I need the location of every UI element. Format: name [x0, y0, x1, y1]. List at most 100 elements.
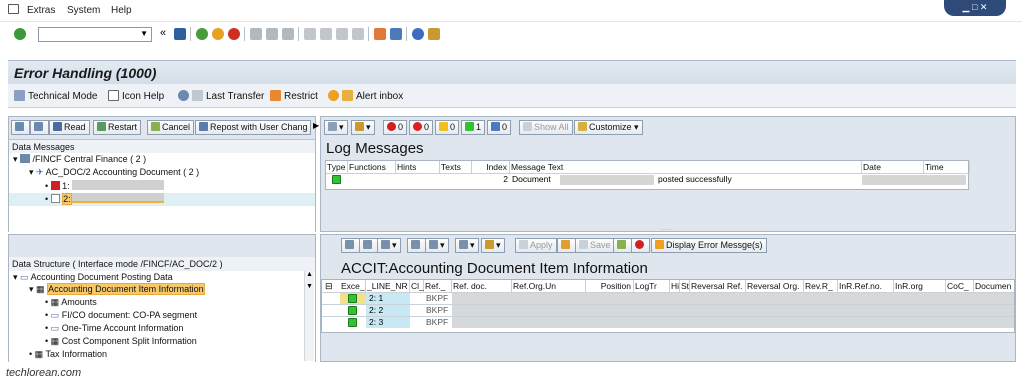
last-transfer-button[interactable]: Last Transfer: [178, 90, 264, 102]
col-index[interactable]: Index: [472, 161, 510, 173]
person-button[interactable]: [557, 238, 576, 253]
success-count-button[interactable]: 1: [461, 120, 486, 135]
help-icon[interactable]: [412, 28, 424, 40]
views-button[interactable]: ▾: [425, 238, 449, 253]
new-session-icon[interactable]: [374, 28, 386, 40]
cancel-button[interactable]: Cancel: [147, 120, 195, 135]
tree-node-item-information[interactable]: ▾ ▦ Accounting Document Item Information: [29, 283, 205, 295]
col-time[interactable]: Time: [924, 161, 970, 173]
col-type[interactable]: Type: [326, 161, 348, 173]
tree-node-tax-information[interactable]: • ▦ Tax Information: [29, 349, 107, 360]
find-button[interactable]: [341, 238, 360, 253]
find-next-icon[interactable]: [282, 28, 294, 40]
line-nr-cell[interactable]: 2: 3: [366, 317, 410, 328]
tree-node-central-finance[interactable]: ▾ /FINCF Central Finance ( 2 ): [13, 154, 146, 165]
table-row[interactable]: 2 Document posted successfully: [326, 173, 970, 185]
shortcut-icon[interactable]: [390, 28, 402, 40]
tree-scrollbar[interactable]: ▲ ▼: [304, 271, 314, 361]
table-row[interactable]: 2: 2 BKPF: [322, 304, 1014, 316]
exit-icon[interactable]: [212, 28, 224, 40]
window-controls[interactable]: ▁ □ ✕: [944, 0, 1006, 16]
col-message-text[interactable]: Message Text: [510, 161, 862, 173]
col-coc[interactable]: CoC_: [946, 280, 974, 292]
read-button[interactable]: Read: [49, 120, 90, 135]
first-page-icon[interactable]: [304, 28, 316, 40]
grid-options-button[interactable]: [613, 238, 632, 253]
repost-button[interactable]: Repost with User Chang: [195, 120, 311, 135]
find-next-button[interactable]: [359, 238, 378, 253]
tree-node-message-2[interactable]: • 2:: [45, 193, 164, 205]
menu-system[interactable]: System: [67, 5, 100, 16]
cancel-icon[interactable]: [228, 28, 240, 40]
save-button[interactable]: Save: [575, 238, 615, 253]
col-texts[interactable]: Texts: [440, 161, 472, 173]
tree-node-amounts[interactable]: • ▦ Amounts: [45, 297, 97, 308]
save-icon[interactable]: [174, 28, 186, 40]
warning-count-button[interactable]: 0: [435, 120, 460, 135]
splitter-handle[interactable]: ·····: [661, 227, 671, 233]
command-field[interactable]: ▼: [38, 27, 152, 42]
col-position[interactable]: Position: [586, 280, 634, 292]
icon-help-button[interactable]: Icon Help: [108, 90, 164, 102]
enter-icon[interactable]: [14, 28, 26, 40]
col-functions[interactable]: Functions: [348, 161, 396, 173]
alert-inbox-button[interactable]: Alert inbox: [328, 90, 403, 102]
expand-button[interactable]: [11, 120, 30, 135]
tree-node-posting-data[interactable]: ▾ ▭ Accounting Document Posting Data: [13, 272, 173, 283]
col-rev-r[interactable]: Rev.R_: [804, 280, 838, 292]
col-hi[interactable]: Hi: [670, 280, 680, 292]
find-icon[interactable]: [266, 28, 278, 40]
col-hints[interactable]: Hints: [396, 161, 440, 173]
tree-node-accounting-document[interactable]: ▾ ✈ AC_DOC/2 Accounting Document ( 2 ): [29, 167, 199, 178]
tree-node-message-1[interactable]: • 1:: [45, 180, 164, 191]
filter-button[interactable]: ▾: [377, 238, 401, 253]
error-count-button[interactable]: 0: [409, 120, 434, 135]
tree-node-copa-segment[interactable]: • ▭ FI/CO document: CO-PA segment: [45, 310, 197, 321]
restart-button[interactable]: Restart: [93, 120, 142, 135]
stop-button[interactable]: [631, 238, 650, 253]
table-row[interactable]: 2: 3 BKPF: [322, 316, 1014, 328]
col-st[interactable]: St: [680, 280, 690, 292]
col-ref[interactable]: Ref._: [424, 280, 452, 292]
customize-button[interactable]: Customize ▾: [574, 120, 643, 135]
collapse-button[interactable]: [30, 120, 49, 135]
print-icon[interactable]: [250, 28, 262, 40]
tree-node-cost-component[interactable]: • ▦ Cost Component Split Information: [45, 336, 197, 347]
layout-button[interactable]: ▾: [481, 238, 505, 253]
display-error-button[interactable]: Display Error Messge(s): [651, 238, 767, 253]
col-inr-ref-no[interactable]: InR.Ref.no.: [838, 280, 894, 292]
table-row[interactable]: 2: 1 BKPF: [322, 292, 1014, 304]
line-nr-cell[interactable]: 2: 1: [366, 293, 410, 304]
scroll-down-icon[interactable]: ▼: [306, 283, 313, 290]
last-page-icon[interactable]: [352, 28, 364, 40]
info-count-button[interactable]: 0: [487, 120, 512, 135]
app-menu-icon[interactable]: [8, 4, 19, 14]
apply-button[interactable]: Apply: [515, 238, 557, 253]
col-logtr[interactable]: LogTr: [634, 280, 670, 292]
back-icon[interactable]: [196, 28, 208, 40]
collapse-icon[interactable]: «: [160, 27, 166, 39]
col-ref-org-un[interactable]: Ref.Org.Un: [512, 280, 586, 292]
more-arrow-icon[interactable]: ▶: [313, 121, 319, 130]
col-reversal-org[interactable]: Reversal Org.: [746, 280, 804, 292]
col-reversal-ref[interactable]: Reversal Ref.: [690, 280, 746, 292]
stop-count-button[interactable]: 0: [383, 120, 408, 135]
next-page-icon[interactable]: [336, 28, 348, 40]
col-exception[interactable]: Exce_: [340, 280, 366, 292]
technical-mode-button[interactable]: Technical Mode: [14, 90, 97, 102]
col-line-nr[interactable]: _LINE_NR: [366, 280, 410, 292]
menu-help[interactable]: Help: [111, 5, 132, 16]
col-cl[interactable]: Cl_: [410, 280, 424, 292]
line-nr-cell[interactable]: 2: 2: [366, 305, 410, 316]
menu-extras[interactable]: Extras: [27, 5, 55, 16]
restrict-button[interactable]: Restrict: [270, 90, 318, 102]
print-button[interactable]: [407, 238, 426, 253]
details-button[interactable]: ▾: [324, 120, 348, 135]
col-inr-org[interactable]: InR.org: [894, 280, 946, 292]
tree-node-one-time-account[interactable]: • ▭ One-Time Account Information: [45, 323, 183, 334]
show-all-button[interactable]: Show All: [519, 120, 573, 135]
export-button[interactable]: ▾: [455, 238, 479, 253]
scroll-up-icon[interactable]: ▲: [306, 271, 313, 278]
col-ref-doc[interactable]: Ref. doc.: [452, 280, 512, 292]
prev-page-icon[interactable]: [320, 28, 332, 40]
